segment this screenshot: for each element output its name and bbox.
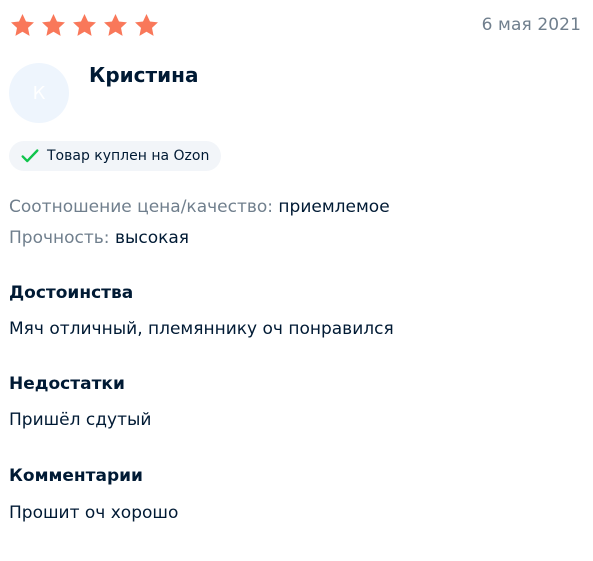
star-icon (102, 12, 129, 39)
attribute-value: приемлемое (278, 197, 390, 217)
review-card: 6 мая 2021 К Кристина Товар куплен на Oz… (0, 0, 593, 561)
section-title-comment: Комментарии (9, 466, 143, 486)
star-icon (9, 12, 36, 39)
star-icon (71, 12, 98, 39)
check-icon (21, 149, 39, 163)
attribute-key: Соотношение цена/качество: (9, 197, 274, 217)
attribute-value: высокая (114, 228, 190, 248)
review-date: 6 мая 2021 (481, 15, 581, 35)
avatar-initial: К (32, 82, 46, 104)
attribute-key: Прочность: (9, 228, 110, 248)
verified-purchase-badge: Товар куплен на Ozon (9, 141, 222, 171)
section-title-cons: Недостатки (9, 374, 125, 394)
rating-stars (9, 12, 160, 39)
avatar[interactable]: К (9, 63, 69, 123)
star-icon (40, 12, 67, 39)
author-name[interactable]: Кристина (89, 63, 198, 87)
attribute-durability: Прочность: высокая (9, 228, 189, 248)
section-title-pros: Достоинства (9, 283, 134, 303)
section-text-cons: Пришёл сдутый (9, 410, 152, 430)
section-text-comment: Прошит оч хорошо (9, 503, 179, 523)
star-icon (133, 12, 160, 39)
attribute-price-quality: Соотношение цена/качество: приемлемое (9, 197, 390, 217)
badge-label: Товар куплен на Ozon (47, 148, 210, 164)
section-text-pros: Мяч отличный, племяннику оч понравился (9, 319, 394, 339)
